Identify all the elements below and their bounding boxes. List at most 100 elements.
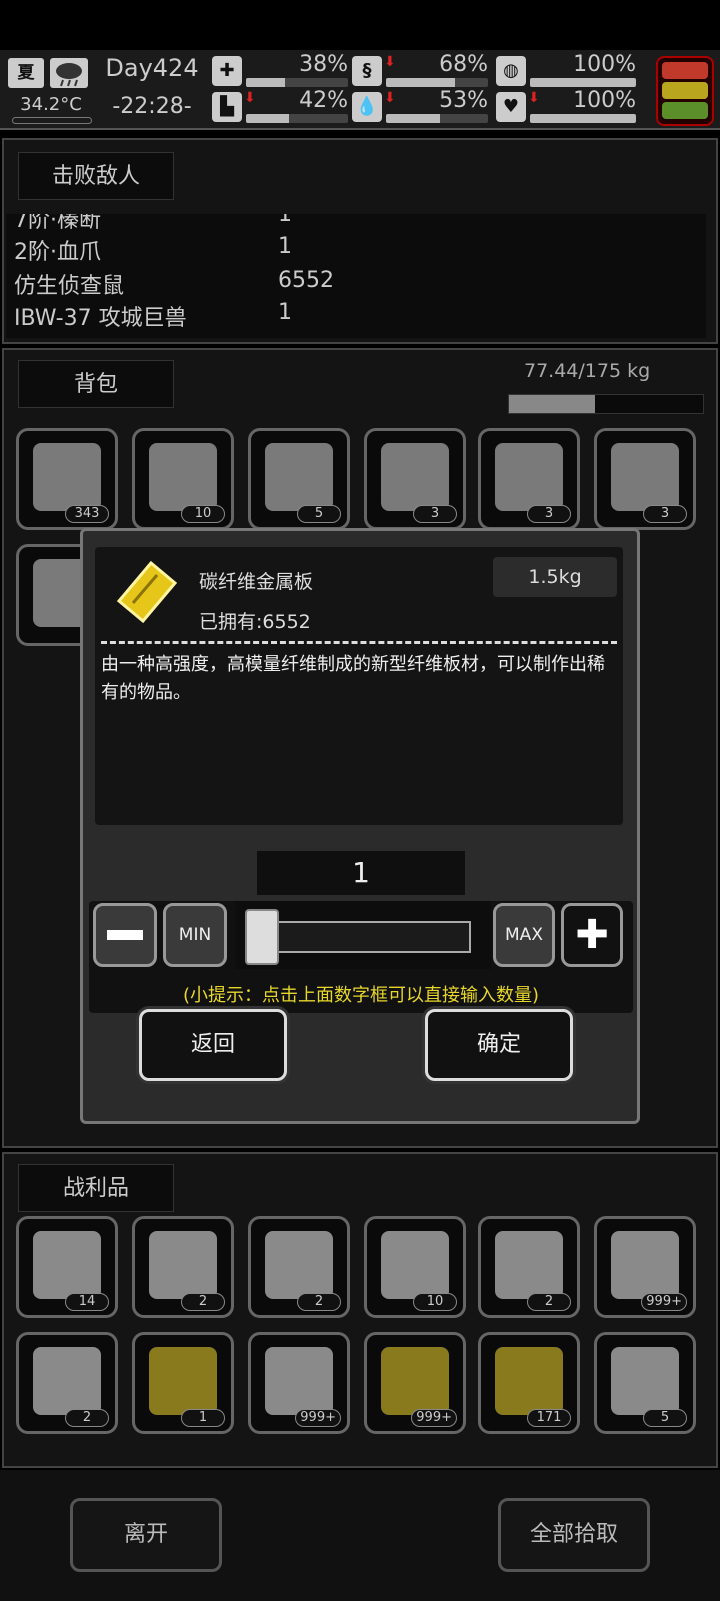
down-arrow-icon: ⬇ — [384, 90, 396, 106]
tab-backpack[interactable]: 背包 — [18, 360, 174, 408]
item-info-box: 碳纤维金属板 1.5kg 已拥有:6552 由一种高强度，高模量纤维制成的新型纤… — [95, 547, 623, 825]
carbon-plate-icon — [381, 1347, 449, 1415]
plus-icon: ✚ — [575, 912, 609, 958]
increase-button[interactable]: ✚ — [561, 903, 623, 967]
inventory-slot[interactable]: 2 — [16, 1332, 118, 1434]
max-button[interactable]: MAX — [493, 903, 555, 967]
temperature-label: 34.2°C — [20, 94, 82, 115]
stat-bar — [530, 78, 636, 87]
inventory-slot[interactable]: 2 — [248, 1216, 350, 1318]
enemy-count: 6552 — [278, 268, 334, 293]
inventory-slot[interactable]: 10 — [364, 1216, 466, 1318]
stat-bar — [246, 78, 348, 87]
enemy-name: IBW-37 攻城巨兽 — [14, 306, 187, 331]
stat-fill — [530, 78, 636, 87]
gold-gears-icon — [495, 1347, 563, 1415]
tab-defeated-enemies[interactable]: 击败敌人 — [18, 152, 174, 200]
inventory-slot[interactable]: 343 — [16, 428, 118, 530]
toolbox-icon — [495, 443, 563, 511]
food-bowl-icon — [381, 443, 449, 511]
item-count-badge: 2 — [527, 1293, 571, 1311]
stat-fatigue: ▙ ⬇ 42% — [212, 88, 348, 126]
down-arrow-icon: ⬇ — [528, 90, 540, 106]
scrap-metal-icon — [33, 1347, 101, 1415]
inventory-slot[interactable]: 5 — [594, 1332, 696, 1434]
inventory-slot[interactable]: 3 — [594, 428, 696, 530]
inventory-slot[interactable]: 2 — [478, 1216, 580, 1318]
quantity-input[interactable]: 1 — [257, 851, 465, 895]
item-count-badge: 2 — [65, 1409, 109, 1427]
item-count-badge: 5 — [297, 505, 341, 523]
item-name: 碳纤维金属板 — [199, 571, 314, 593]
item-count-badge: 343 — [65, 505, 109, 523]
divider — [101, 641, 617, 644]
item-count-badge: 2 — [181, 1293, 225, 1311]
heart-icon: ♥ — [496, 92, 526, 122]
inventory-slot[interactable]: 999+ — [248, 1332, 350, 1434]
tab-loot[interactable]: 战利品 — [18, 1164, 174, 1212]
decrease-button[interactable] — [93, 903, 157, 967]
min-button[interactable]: MIN — [163, 903, 227, 967]
inventory-slot[interactable]: 5 — [248, 428, 350, 530]
stat-bar — [386, 78, 488, 87]
season-badge: 夏 — [8, 58, 44, 88]
item-count-badge: 10 — [413, 1293, 457, 1311]
back-button[interactable]: 返回 — [139, 1009, 287, 1081]
item-description: 由一种高强度，高模量纤维制成的新型纤维板材，可以制作出稀有的物品。 — [101, 654, 605, 703]
stat-stamina: ◍ 100% — [496, 52, 636, 90]
stat-bar — [246, 114, 348, 123]
gears-icon — [611, 1231, 679, 1299]
rope-icon — [149, 443, 217, 511]
weight-bar — [508, 394, 704, 414]
item-count-badge: 5 — [643, 1409, 687, 1427]
stat-thirst: 💧 ⬇ 53% — [352, 88, 488, 126]
inventory-slot[interactable]: 3 — [478, 428, 580, 530]
item-count-badge: 10 — [181, 505, 225, 523]
item-weight: 1.5kg — [493, 557, 617, 597]
stat-fill — [246, 114, 289, 123]
quantity-controls: MIN MAX ✚ (小提示：点击上面数字框可以直接输入数量) — [89, 901, 633, 1013]
enemy-name: 7阶·榛断 — [14, 214, 101, 233]
minus-icon — [107, 930, 143, 940]
inventory-slot[interactable]: 999+ — [594, 1216, 696, 1318]
stat-fill — [386, 114, 441, 123]
temperature-bar — [12, 117, 92, 124]
inventory-slot[interactable]: 14 — [16, 1216, 118, 1318]
stat-hunger: § ⬇ 68% — [352, 52, 488, 90]
inventory-slot[interactable]: 10 — [132, 428, 234, 530]
folded-cloth-icon — [611, 1347, 679, 1415]
inventory-slot[interactable]: 1 — [132, 1332, 234, 1434]
alert-indicator[interactable] — [656, 56, 714, 126]
inventory-slot[interactable]: 999+ — [364, 1332, 466, 1434]
confirm-button[interactable]: 确定 — [425, 1009, 573, 1081]
item-quantity-dialog: 碳纤维金属板 1.5kg 已拥有:6552 由一种高强度，高模量纤维制成的新型纤… — [80, 528, 640, 1124]
inventory-slot[interactable]: 171 — [478, 1332, 580, 1434]
footer-bar: 离开 全部拾取 — [0, 1470, 720, 1601]
status-bar: 夏 34.2°C Day424 -22:28- ✚ 38% § ⬇ 68% ◍ … — [0, 50, 720, 130]
take-all-button[interactable]: 全部拾取 — [498, 1498, 650, 1572]
enemy-name: 2阶·血爪 — [14, 240, 101, 265]
metal-block-icon — [495, 1231, 563, 1299]
tool-kit-icon — [611, 443, 679, 511]
quantity-slider[interactable] — [235, 901, 491, 969]
stat-bar — [530, 114, 636, 123]
enemy-count: 1 — [278, 214, 292, 227]
enemy-list[interactable]: 7阶·榛断 1 2阶·血爪 1 仿生侦查鼠 6552 IBW-37 攻城巨兽 1 — [6, 214, 706, 338]
enemy-name: 仿生侦查鼠 — [14, 274, 125, 299]
inventory-slot[interactable]: 3 — [364, 428, 466, 530]
down-arrow-icon: ⬇ — [384, 54, 396, 70]
leave-button[interactable]: 离开 — [70, 1498, 222, 1572]
meat-icon — [381, 1231, 449, 1299]
stamina-icon: ◍ — [496, 56, 526, 86]
water-drop-icon: 💧 — [352, 92, 382, 122]
carbon-plate-icon — [113, 559, 179, 625]
item-count-badge: 3 — [527, 505, 571, 523]
down-arrow-icon: ⬇ — [244, 90, 256, 106]
slider-thumb[interactable] — [245, 909, 279, 965]
item-count-badge: 2 — [297, 1293, 341, 1311]
cloud-rain-icon — [50, 58, 88, 88]
season-weather-panel: 夏 34.2°C — [6, 54, 92, 126]
inventory-slot[interactable]: 2 — [132, 1216, 234, 1318]
stat-fill — [246, 78, 285, 87]
input-hint: (小提示：点击上面数字框可以直接输入数量) — [182, 985, 540, 1006]
